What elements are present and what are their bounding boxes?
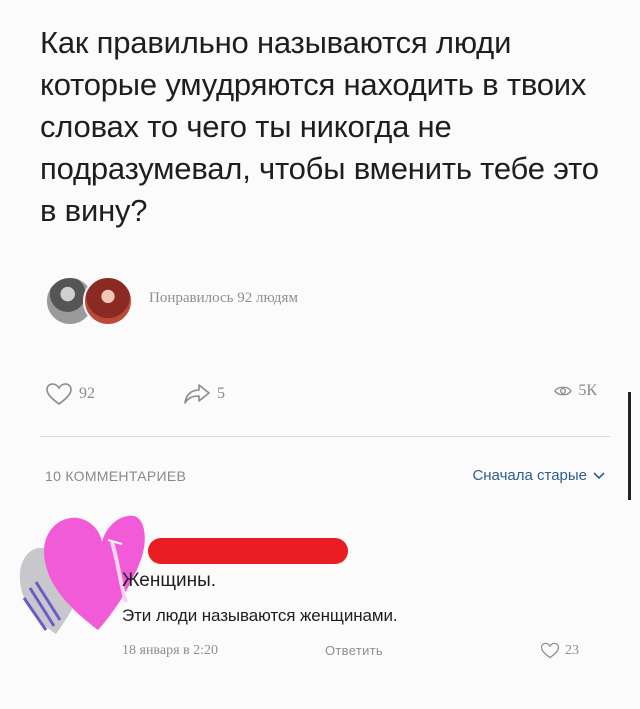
comment-text: Эти люди называются женщинами. xyxy=(122,606,398,625)
comments-count: 10 КОММЕНТАРИЕВ xyxy=(45,468,187,484)
post-stats: 92 5 5К xyxy=(45,382,605,412)
sort-dropdown[interactable]: Сначала старые xyxy=(472,467,605,484)
comments-header: 10 КОММЕНТАРИЕВ Сначала старые xyxy=(45,467,605,492)
comment-like-count: 23 xyxy=(565,642,579,658)
likes-summary-text[interactable]: Понравилось 92 людям xyxy=(149,290,298,307)
share-icon xyxy=(184,384,210,404)
divider xyxy=(40,436,610,437)
comment-like-button[interactable]: 23 xyxy=(540,642,579,659)
liker-avatar[interactable] xyxy=(83,276,133,326)
post-card: Как правильно называются люди которые ум… xyxy=(0,0,640,709)
like-button[interactable]: 92 xyxy=(45,382,95,406)
comment-author[interactable]: Женщины. xyxy=(122,570,216,592)
chevron-down-icon xyxy=(593,471,605,479)
view-count: 5К xyxy=(578,382,597,399)
comment-date: 18 января в 2:20 xyxy=(122,643,219,658)
scrollbar-thumb[interactable] xyxy=(628,392,631,500)
post-text: Как правильно называются люди которые ум… xyxy=(40,25,599,228)
eye-icon xyxy=(554,386,573,396)
reply-button[interactable]: Ответить xyxy=(325,643,383,658)
sort-label: Сначала старые xyxy=(472,467,587,484)
heart-icon xyxy=(540,642,560,659)
heart-icon xyxy=(46,383,72,406)
share-count: 5 xyxy=(217,385,225,402)
like-count: 92 xyxy=(79,385,95,402)
share-button[interactable]: 5 xyxy=(183,382,225,406)
redacted-author-name xyxy=(148,538,348,564)
views-counter: 5К xyxy=(554,382,597,400)
